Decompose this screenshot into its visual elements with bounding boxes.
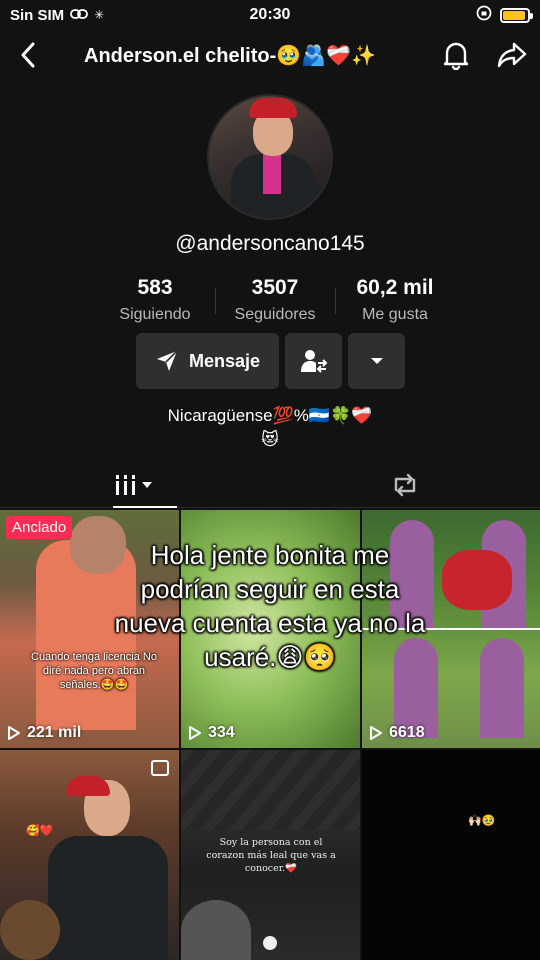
video-caption: Cuando tenga licencia No diré nada pero … xyxy=(31,651,157,691)
view-count: 6618 xyxy=(369,724,425,742)
tab-reposts[interactable] xyxy=(270,462,540,507)
profile-actions: Mensaje xyxy=(136,333,405,389)
message-button-label: Mensaje xyxy=(188,350,261,371)
stat-likes[interactable]: 60,2 mil Me gusta xyxy=(340,276,450,324)
switch-follow-button[interactable] xyxy=(285,333,342,389)
bio-line: Nicaragüense💯%🇳🇮🍀❤️‍🩹 xyxy=(167,406,373,425)
notifications-button[interactable] xyxy=(428,30,484,80)
play-icon xyxy=(370,726,382,740)
play-icon xyxy=(8,726,20,740)
stat-label: Seguidores xyxy=(234,306,316,323)
send-icon xyxy=(156,350,178,371)
orientation-lock-icon xyxy=(476,5,492,25)
video-thumbnail[interactable]: Anclado Cuando tenga licencia No diré na… xyxy=(0,510,179,748)
video-caption: 🥰❤️ xyxy=(26,825,54,837)
video-thumbnail[interactable]: 🙌🏻🥹 xyxy=(362,750,540,960)
stat-value: 60,2 mil xyxy=(356,276,434,299)
stat-value: 583 xyxy=(137,276,173,299)
bio-line: 😻 xyxy=(261,430,279,449)
message-button[interactable]: Mensaje xyxy=(136,333,279,389)
stat-followers[interactable]: 3507 Seguidores xyxy=(220,276,330,324)
grid-filter-icon xyxy=(115,474,152,495)
content-tabs xyxy=(0,462,540,508)
divider xyxy=(214,288,216,314)
view-count-value: 6618 xyxy=(389,724,425,741)
status-bar: Sin SIM ✳ 20:30 xyxy=(0,0,540,30)
profile-username: @andersoncano145 xyxy=(175,232,365,255)
stat-value: 3507 xyxy=(251,276,299,299)
video-caption: Soy la persona con el corazon más leal q… xyxy=(206,837,336,874)
share-icon xyxy=(497,42,527,68)
back-button[interactable] xyxy=(0,30,56,80)
avatar[interactable] xyxy=(207,94,333,220)
play-icon xyxy=(189,726,201,740)
video-thumbnail[interactable]: 334 xyxy=(181,510,360,748)
stat-following[interactable]: 583 Siguiendo xyxy=(100,276,210,324)
video-thumbnail[interactable]: 6618 xyxy=(362,510,540,748)
profile-title: Anderson.el chelito-🥹🫂❤️‍🩹✨ xyxy=(84,44,376,67)
caret-down-icon xyxy=(370,358,383,364)
carrier-label: Sin SIM xyxy=(10,6,65,24)
video-thumbnail[interactable]: 🥰❤️ xyxy=(0,750,179,960)
pinned-badge: Anclado xyxy=(6,516,73,539)
profile-bio: Nicaragüense💯%🇳🇮🍀❤️‍🩹 😻 xyxy=(0,404,540,452)
view-count-value: 334 xyxy=(208,724,235,741)
view-count: 334 xyxy=(188,724,235,742)
video-caption: 🙌🏻🥹 xyxy=(468,815,496,827)
loading-icon: ✳ xyxy=(94,8,105,22)
chevron-left-icon xyxy=(21,42,35,68)
link-icon xyxy=(70,7,89,24)
share-button[interactable] xyxy=(484,30,540,80)
bell-icon xyxy=(443,42,469,70)
battery-icon xyxy=(500,7,533,23)
user-swap-icon xyxy=(300,350,327,373)
video-grid: Anclado Cuando tenga licencia No diré na… xyxy=(0,510,540,960)
profile-stats: 583 Siguiendo 3507 Seguidores 60,2 mil M… xyxy=(100,276,450,324)
top-nav: Anderson.el chelito-🥹🫂❤️‍🩹✨ xyxy=(0,30,540,80)
video-thumbnail[interactable]: Soy la persona con el corazon más leal q… xyxy=(181,750,360,960)
photo-icon xyxy=(151,760,169,776)
view-count: 221 mil xyxy=(7,724,81,742)
view-count-value: 221 mil xyxy=(27,724,82,741)
tab-videos[interactable] xyxy=(0,462,270,508)
divider xyxy=(334,288,336,314)
repost-icon xyxy=(394,473,416,496)
more-options-button[interactable] xyxy=(348,333,405,389)
stat-label: Siguiendo xyxy=(119,306,191,323)
stat-label: Me gusta xyxy=(362,306,428,323)
